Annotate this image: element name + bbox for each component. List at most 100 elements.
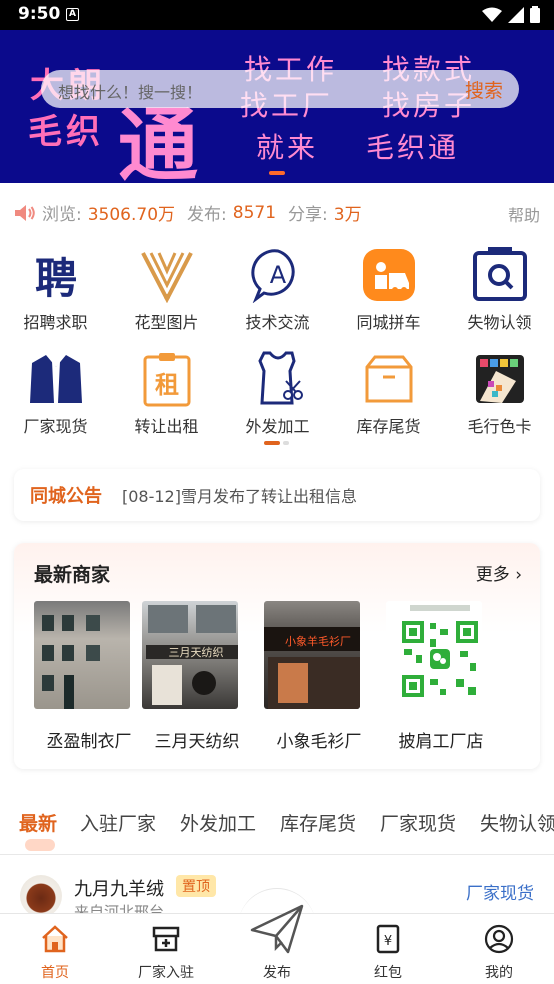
battery-icon — [530, 6, 540, 23]
tab-factory-stock[interactable]: 厂家现货 — [380, 809, 456, 836]
carpool-icon — [363, 249, 415, 301]
pager-dot — [283, 441, 289, 445]
red-packet-icon: ¥ — [376, 924, 400, 954]
category-pattern[interactable]: 花型图片 — [111, 243, 222, 343]
main-content: 浏览: 3506.70万 发布: 8571 分享: 3万 帮助 聘 招聘求职 花… — [0, 183, 554, 913]
shop-sign: 三月天纺织 — [169, 645, 224, 659]
tab-lost-found[interactable]: 失物认领 — [480, 809, 554, 836]
nav-label: 发布 — [263, 965, 291, 981]
tab-latest[interactable]: 最新 — [19, 809, 57, 836]
category-lost-found[interactable]: 失物认领 — [444, 243, 554, 343]
merchants-more-link[interactable]: 更多 › — [476, 560, 522, 585]
category-label: 库存尾货 — [356, 417, 421, 436]
rent-icon: 租 — [143, 353, 191, 407]
views-value: 3506.70万 — [87, 205, 176, 225]
category-label: 厂家现货 — [23, 417, 88, 436]
merchant-name: 小象毛衫厂 — [276, 732, 362, 752]
merchant-qr — [386, 601, 482, 709]
nav-label: 我的 — [485, 965, 513, 981]
pattern-icon — [141, 252, 193, 303]
latest-merchants: 最新商家 更多 › 丞盈制衣厂 三月天纺织 三月天纺织 小象羊毛衫厂 小象毛衫厂… — [14, 543, 540, 769]
tab-outsourcing[interactable]: 外发加工 — [180, 809, 256, 836]
search-bar[interactable]: 想找什么！搜一搜！ 搜索 — [41, 70, 519, 108]
svg-text:租: 租 — [155, 371, 179, 399]
box-icon — [365, 355, 413, 403]
banner-brand-line2: 毛织 — [28, 112, 104, 152]
pager-dot-active — [264, 441, 280, 445]
tab-inventory[interactable]: 库存尾货 — [280, 809, 356, 836]
home-icon — [42, 925, 68, 953]
lost-found-icon — [473, 247, 527, 301]
bottom-nav: 首页 厂家入驻 发布 ¥ 红包 我的 — [0, 904, 554, 984]
category-label: 外发加工 — [245, 417, 310, 436]
merchant-name: 披肩工厂店 — [398, 732, 484, 752]
category-label: 技术交流 — [245, 313, 310, 332]
nav-label: 首页 — [41, 965, 69, 981]
banner-tag-come: 就来 — [256, 131, 319, 164]
status-time: 9:50 — [18, 4, 61, 24]
merchant-card[interactable]: 小象羊毛衫厂 小象毛衫厂 — [264, 601, 374, 752]
category-label: 花型图片 — [134, 313, 199, 332]
search-button[interactable]: 搜索 — [465, 76, 503, 103]
nav-label: 厂家入驻 — [138, 965, 194, 981]
post-category[interactable]: 厂家现货 — [466, 879, 534, 904]
notice-title: 同城公告 — [30, 486, 102, 507]
speaker-icon — [15, 204, 35, 221]
tech-exchange-icon: A — [251, 249, 295, 303]
category-label: 转让出租 — [134, 417, 199, 436]
category-sewing[interactable]: 外发加工 — [222, 347, 333, 447]
svg-text:¥: ¥ — [384, 934, 392, 949]
recruit-icon: 聘 — [35, 254, 77, 303]
tab-underline — [25, 839, 55, 851]
category-color-card[interactable]: 毛行色卡 — [444, 347, 554, 447]
storefront-photo: 小象羊毛衫厂 — [264, 627, 360, 709]
merchant-photo: 三月天纺织 — [142, 601, 238, 709]
tab-factories[interactable]: 入驻厂家 — [80, 809, 156, 836]
post-author: 九月九羊绒 — [74, 879, 164, 900]
category-carpool[interactable]: 同城拼车 — [333, 243, 444, 343]
city-notice[interactable]: 同城公告 [08-12]雪月发布了转让出租信息 — [14, 469, 540, 521]
merchant-card[interactable]: 丞盈制衣厂 — [34, 601, 144, 752]
merchant-card[interactable]: 披肩工厂店 — [386, 601, 496, 752]
nav-red-packet[interactable]: ¥ 红包 — [333, 914, 443, 984]
banner-indicator — [269, 171, 285, 175]
category-label: 毛行色卡 — [467, 417, 532, 436]
category-tech[interactable]: A 技术交流 — [222, 243, 333, 343]
nav-profile[interactable]: 我的 — [444, 914, 554, 984]
banner-tag-app: 毛织通 — [366, 131, 460, 164]
category-suit[interactable]: 厂家现货 — [0, 347, 111, 447]
category-label: 招聘求职 — [23, 313, 88, 332]
banner-big-char: 通 — [118, 98, 198, 183]
category-inventory[interactable]: 库存尾货 — [333, 347, 444, 447]
wifi-icon — [482, 7, 502, 22]
merchant-photo: 小象羊毛衫厂 — [264, 601, 360, 709]
category-label: 失物认领 — [467, 313, 532, 332]
help-link[interactable]: 帮助 — [508, 202, 540, 226]
merchant-name: 三月天纺织 — [154, 732, 240, 752]
nav-home[interactable]: 首页 — [0, 914, 110, 984]
nav-factory-join[interactable]: 厂家入驻 — [111, 914, 221, 984]
more-label: 更多 — [475, 565, 510, 585]
nav-publish[interactable]: 发布 — [222, 904, 332, 984]
pinned-badge: 置顶 — [176, 875, 216, 897]
system-icons — [482, 6, 540, 23]
nav-label: 红包 — [374, 965, 402, 981]
qr-code-icon — [400, 605, 480, 699]
banner[interactable]: 大朗 毛织 通 找工作 找款式 找工厂 找房子 就来 毛织通 想找什么！搜一搜！… — [0, 30, 554, 183]
avatar — [20, 875, 62, 913]
merchant-card[interactable]: 三月天纺织 三月天纺织 — [142, 601, 252, 752]
building-photo — [42, 615, 100, 709]
chevron-right-icon: › — [515, 565, 522, 585]
store-sign: 小象羊毛衫厂 — [285, 634, 351, 648]
search-input[interactable]: 想找什么！搜一搜！ — [58, 79, 202, 103]
shares-label: 分享: — [288, 205, 328, 225]
status-bar: 9:50 A — [0, 0, 554, 30]
store-add-icon — [152, 926, 180, 952]
category-recruit[interactable]: 聘 招聘求职 — [0, 243, 111, 343]
category-label: 同城拼车 — [356, 313, 421, 332]
shopfront-photo: 三月天纺织 — [146, 605, 238, 705]
signal-icon — [508, 6, 524, 23]
notice-message[interactable]: [08-12]雪月发布了转让出租信息 — [122, 483, 357, 507]
post-source: 来自河北邢台 — [74, 903, 165, 913]
category-rent[interactable]: 租 转让出租 — [111, 347, 222, 447]
